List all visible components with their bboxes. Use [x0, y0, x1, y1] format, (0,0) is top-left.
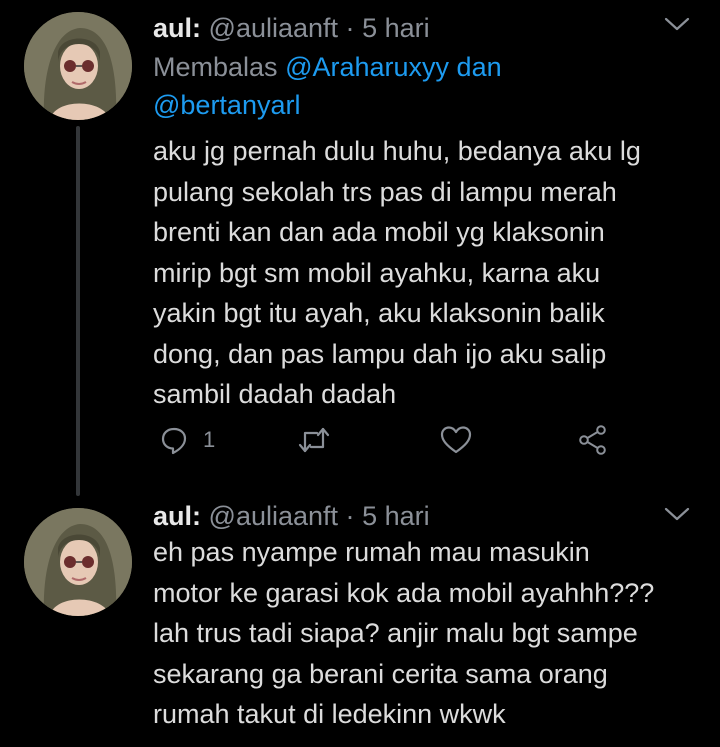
user-handle[interactable]: @auliaanft [209, 13, 339, 43]
retweet-icon [297, 425, 331, 455]
tweet-text: eh pas nyampe rumah mau masukin motor ke… [153, 537, 655, 729]
thread-line [76, 126, 80, 496]
avatar-image [24, 508, 132, 616]
mention-link[interactable]: @Araharuxyy [285, 52, 449, 82]
display-name[interactable]: aul: [153, 501, 201, 531]
retweet-button[interactable] [297, 418, 331, 462]
like-button[interactable] [440, 418, 472, 462]
like-icon [440, 425, 472, 455]
timestamp[interactable]: 5 hari [362, 501, 430, 531]
tweet-header: aul: @auliaanft · 5 hari [153, 496, 430, 536]
user-handle[interactable]: @auliaanft [209, 501, 339, 531]
share-icon [577, 424, 609, 456]
timestamp[interactable]: 5 hari [362, 13, 430, 43]
reply-button[interactable]: 1 [159, 418, 215, 462]
replying-conjunction: dan [456, 52, 502, 82]
chevron-down-icon[interactable] [662, 504, 692, 524]
tweet-header: aul: @auliaanft · 5 hari [153, 8, 430, 48]
separator-dot: · [345, 501, 355, 531]
replying-prefix: Membalas [153, 52, 278, 82]
tweet-text: aku jg pernah dulu huhu, bedanya aku lg … [153, 136, 641, 409]
chevron-down-icon[interactable] [662, 14, 692, 34]
reply-count: 1 [203, 427, 216, 452]
share-button[interactable] [577, 418, 609, 462]
avatar[interactable] [24, 12, 132, 120]
tweet[interactable]: aul: @auliaanft · 5 hari eh pas nyampe r… [0, 490, 720, 747]
display-name[interactable]: aul: [153, 13, 201, 43]
mention-link[interactable]: @bertanyarl [153, 90, 300, 120]
avatar-image [24, 12, 132, 120]
avatar[interactable] [24, 508, 132, 616]
separator-dot: · [345, 13, 355, 43]
reply-icon [159, 425, 189, 455]
replying-to: Membalas @Araharuxyy dan @bertanyarl [153, 48, 673, 124]
tweet-actions: 1 [153, 418, 623, 462]
tweet[interactable]: aul: @auliaanft · 5 hari Membalas @Araha… [0, 0, 720, 496]
